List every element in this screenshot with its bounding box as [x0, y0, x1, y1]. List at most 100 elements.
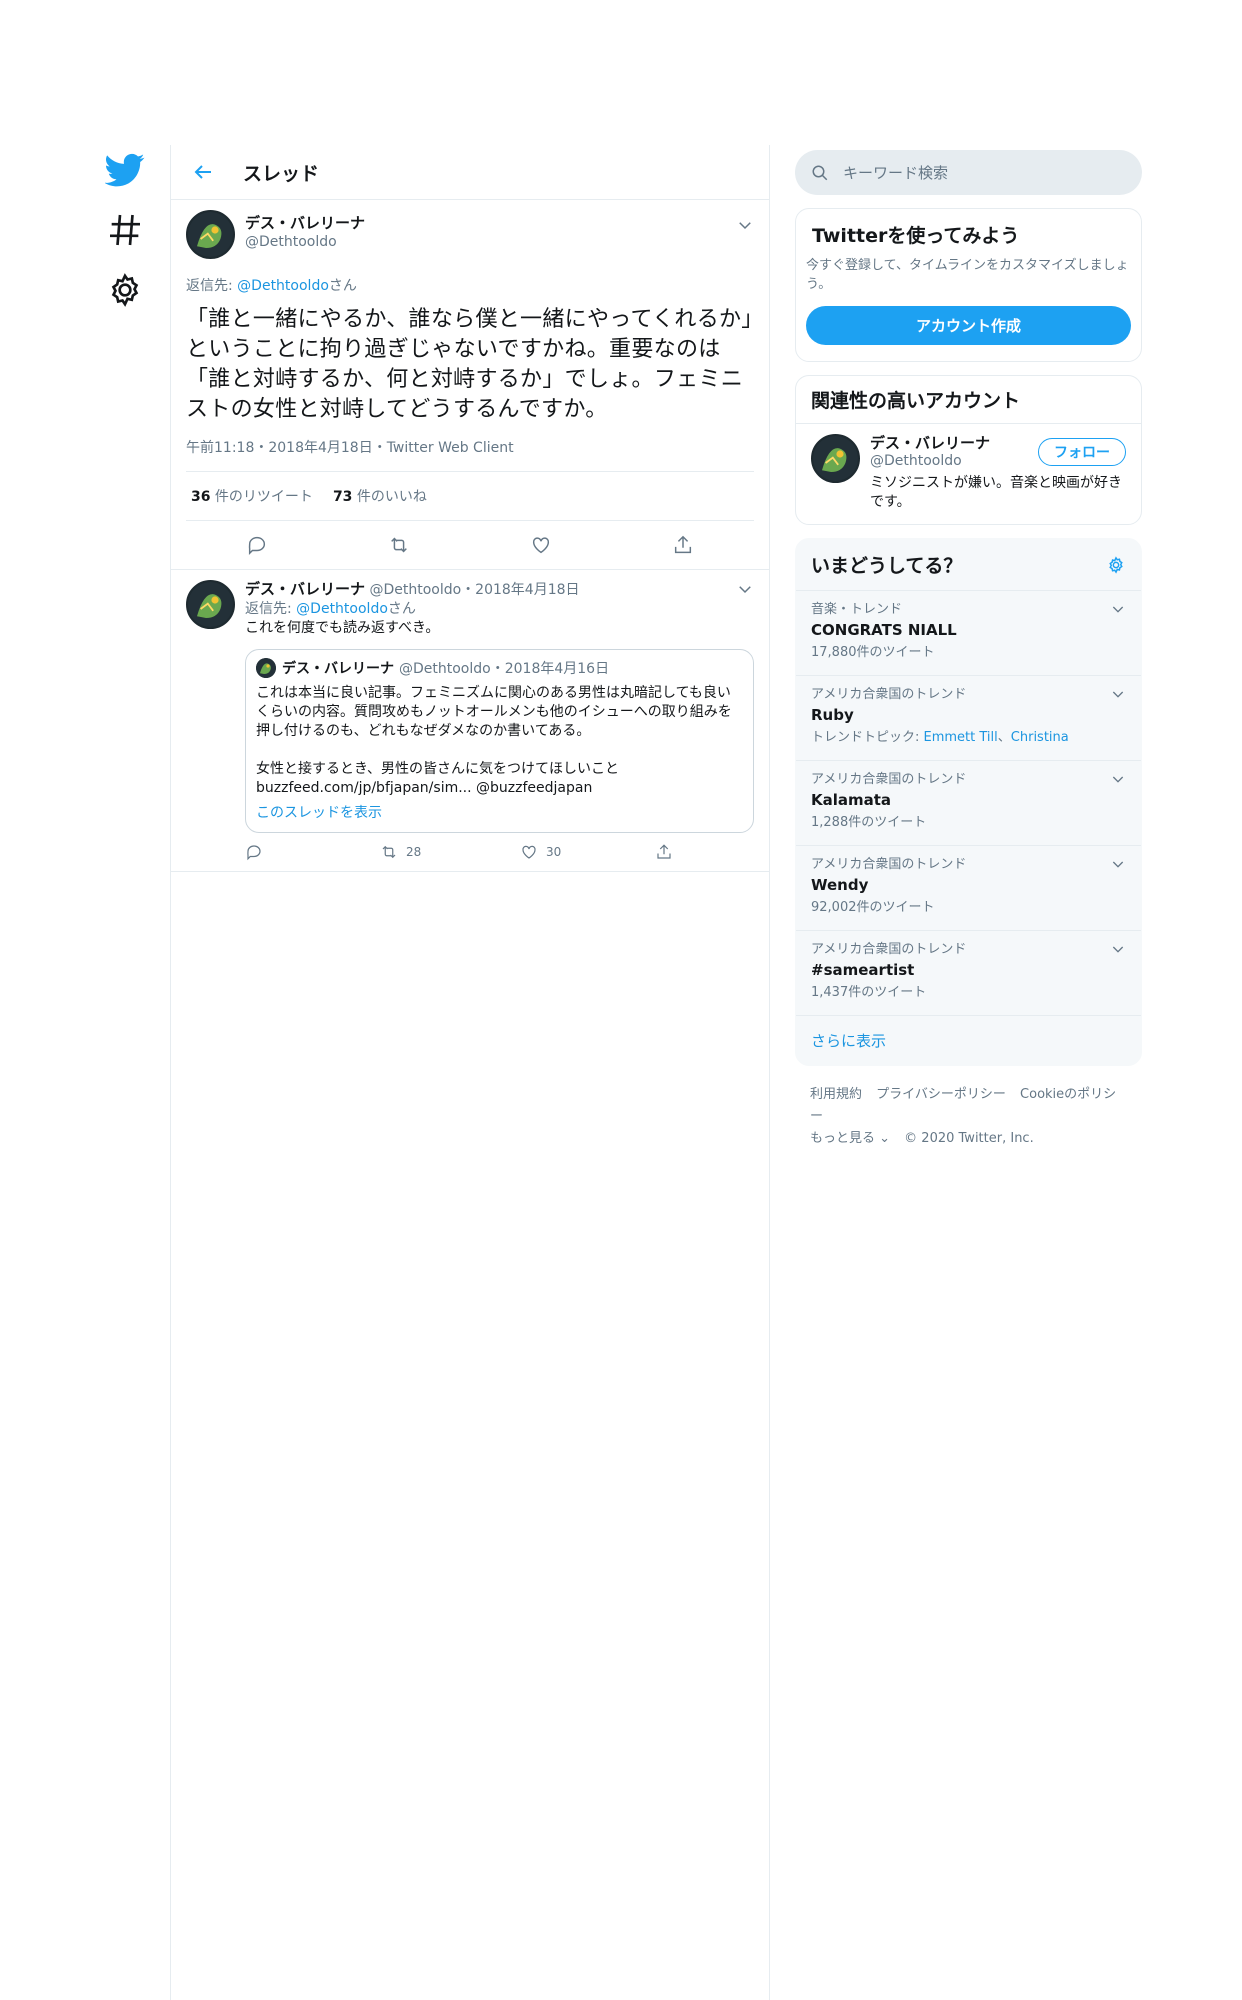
trend-topic-link[interactable]: Emmett Till	[924, 730, 998, 745]
trend-item[interactable]: アメリカ合衆国のトレンド Wendy 92,002件のツイート	[796, 846, 1141, 931]
quoted-author-name: デス・バレリーナ	[282, 661, 394, 677]
tweet-author-row: デス・バレリーナ @Dethtooldo	[186, 210, 754, 259]
like-action[interactable]: 30	[520, 843, 655, 861]
trend-name: Wendy	[811, 876, 869, 894]
trend-count: 1,437件のツイート	[811, 985, 927, 1000]
trends-title: いまどうしてる？	[811, 555, 963, 577]
hashtag-icon[interactable]	[105, 210, 145, 250]
twitter-logo-icon[interactable]	[104, 150, 145, 190]
reply-icon[interactable]	[246, 534, 268, 556]
chevron-down-icon[interactable]	[736, 216, 754, 234]
likes-stat[interactable]: 73 件のいいね	[333, 489, 427, 505]
quoted-text: これは本当に良い記事。フェミニズムに関心のある男性は丸暗記しても良いくらいの内容…	[256, 685, 732, 796]
search-input[interactable]: キーワード検索	[843, 162, 948, 183]
trend-context: アメリカ合衆国のトレンド	[811, 942, 967, 957]
chevron-down-icon[interactable]	[1110, 686, 1126, 702]
share-icon[interactable]	[655, 843, 673, 861]
reply-icon[interactable]	[245, 843, 263, 861]
author-name[interactable]: デス・バレリーナ	[245, 580, 365, 598]
signup-card: Twitterを使ってみよう 今すぐ登録して、タイムラインをカスタマイズしましょ…	[795, 208, 1142, 362]
search-bar[interactable]: キーワード検索	[795, 150, 1142, 195]
handle-date[interactable]: @Dethtooldo・2018年4月18日	[365, 582, 579, 598]
main-column: スレッド デス・バレリーナ @Dethtooldo 返信先: @Dethtool…	[170, 145, 770, 2000]
chevron-down-icon[interactable]	[1110, 771, 1126, 787]
reply-to-link[interactable]: @Dethtooldo	[237, 278, 329, 294]
related-account[interactable]: デス・バレリーナ @Dethtooldo ミソジニストが嫌い。音楽と映画が好きで…	[796, 424, 1141, 524]
trend-name: Kalamata	[811, 791, 892, 809]
trend-name: Ruby	[811, 706, 854, 724]
chevron-down-icon[interactable]	[1110, 941, 1126, 957]
trend-count: 92,002件のツイート	[811, 900, 935, 915]
create-account-button[interactable]: アカウント作成	[806, 306, 1131, 345]
reply-prefix: 返信先:	[245, 601, 297, 617]
reply-text: これを何度でも読み返すべき。	[245, 620, 440, 636]
footer: 利用規約 プライバシーポリシー Cookieのポリシー もっと見る ⌄ © 20…	[795, 1084, 1142, 1150]
show-thread-link[interactable]: このスレッドを表示	[256, 802, 743, 822]
topics-label: トレンドトピック:	[811, 730, 924, 745]
related-title: 関連性の高いアカウント	[796, 376, 1141, 424]
reply-actions: 28 30	[245, 843, 754, 861]
like-heart-icon[interactable]	[520, 843, 538, 861]
reply-action[interactable]	[245, 843, 380, 861]
trend-topic-link[interactable]: Christina	[1011, 730, 1069, 745]
retweet-count: 28	[406, 845, 422, 859]
signup-title: Twitterを使ってみよう	[812, 225, 1020, 247]
like-count: 30	[546, 845, 562, 859]
retweet-icon[interactable]	[388, 534, 410, 556]
retweets-stat[interactable]: 36 件のリツイート	[191, 489, 313, 505]
settings-gear-icon[interactable]	[105, 270, 145, 310]
copyright: © 2020 Twitter, Inc.	[904, 1131, 1034, 1146]
trend-context: アメリカ合衆国のトレンド	[811, 857, 967, 872]
signup-subtitle: 今すぐ登録して、タイムラインをカスタマイズしましょう。	[806, 258, 1129, 292]
trend-count: 17,880件のツイート	[811, 645, 935, 660]
search-icon	[812, 165, 828, 180]
author-handle[interactable]: @Dethtooldo	[245, 233, 365, 251]
quoted-handle-date: @Dethtooldo・2018年4月16日	[399, 661, 610, 677]
reply-to-line: 返信先: @Dethtooldoさん	[245, 599, 754, 619]
related-bio: ミソジニストが嫌い。音楽と映画が好きです。	[870, 475, 1122, 510]
show-more-link[interactable]: さらに表示	[796, 1016, 1141, 1065]
column-header: スレッド	[171, 145, 769, 200]
trend-item[interactable]: 音楽・トレンド CONGRATS NIALL 17,880件のツイート	[796, 591, 1141, 676]
main-tweet: デス・バレリーナ @Dethtooldo 返信先: @Dethtooldoさん …	[171, 200, 769, 570]
trend-context: アメリカ合衆国のトレンド	[811, 772, 967, 787]
trend-item[interactable]: アメリカ合衆国のトレンド Ruby トレンドトピック: Emmett Till、…	[796, 676, 1141, 761]
trend-name: #sameartist	[811, 961, 915, 979]
retweet-icon[interactable]	[380, 843, 398, 861]
quoted-tweet[interactable]: デス・バレリーナ @Dethtooldo・2018年4月16日 これは本当に良い…	[245, 649, 754, 833]
trend-item[interactable]: アメリカ合衆国のトレンド Kalamata 1,288件のツイート	[796, 761, 1141, 846]
tweet-actions	[186, 521, 754, 569]
trends-card: いまどうしてる？ 音楽・トレンド CONGRATS NIALL 17,880件の…	[795, 538, 1142, 1066]
retweet-action[interactable]: 28	[380, 843, 520, 861]
avatar[interactable]	[186, 210, 235, 259]
related-accounts-card: 関連性の高いアカウント デス・バレリーナ @Dethtooldo ミソジニストが…	[795, 375, 1142, 525]
share-icon[interactable]	[672, 534, 694, 556]
avatar[interactable]	[811, 434, 860, 483]
chevron-down-icon[interactable]	[1110, 856, 1126, 872]
like-heart-icon[interactable]	[530, 534, 552, 556]
reply-to-link[interactable]: @Dethtooldo	[296, 601, 388, 617]
privacy-link[interactable]: プライバシーポリシー	[876, 1087, 1006, 1102]
tweet-text: 「誰と一緒にやるか、誰なら僕と一緒にやってくれるか」ということに拘り過ぎじゃない…	[186, 307, 753, 422]
tweet-stats: 36 件のリツイート 73 件のいいね	[186, 472, 754, 521]
chevron-down-icon[interactable]	[1110, 601, 1126, 617]
avatar[interactable]	[186, 580, 235, 629]
settings-gear-icon[interactable]	[1106, 555, 1126, 575]
share-action[interactable]	[655, 843, 681, 861]
quoted-tweet-header: デス・バレリーナ @Dethtooldo・2018年4月16日	[256, 658, 743, 678]
trend-item[interactable]: アメリカ合衆国のトレンド #sameartist 1,437件のツイート	[796, 931, 1141, 1016]
more-link[interactable]: もっと見る ⌄	[810, 1131, 890, 1146]
trend-topics: トレンドトピック: Emmett Till、Christina	[811, 726, 1126, 750]
back-arrow-icon[interactable]	[191, 160, 215, 184]
reply-tweet[interactable]: デス・バレリーナ @Dethtooldo・2018年4月18日 返信先: @De…	[171, 570, 769, 872]
chevron-down-icon[interactable]	[736, 580, 754, 598]
page-title: スレッド	[243, 162, 320, 185]
avatar	[256, 658, 276, 678]
author-name[interactable]: デス・バレリーナ	[245, 214, 365, 233]
terms-link[interactable]: 利用規約	[810, 1087, 862, 1102]
trends-header: いまどうしてる？	[796, 539, 1141, 591]
topics-separator: 、	[997, 730, 1011, 745]
follow-button[interactable]: フォロー	[1038, 438, 1126, 466]
right-sidebar: キーワード検索 Twitterを使ってみよう 今すぐ登録して、タイムラインをカス…	[795, 150, 1142, 1150]
reply-to-line: 返信先: @Dethtooldoさん	[186, 275, 754, 295]
